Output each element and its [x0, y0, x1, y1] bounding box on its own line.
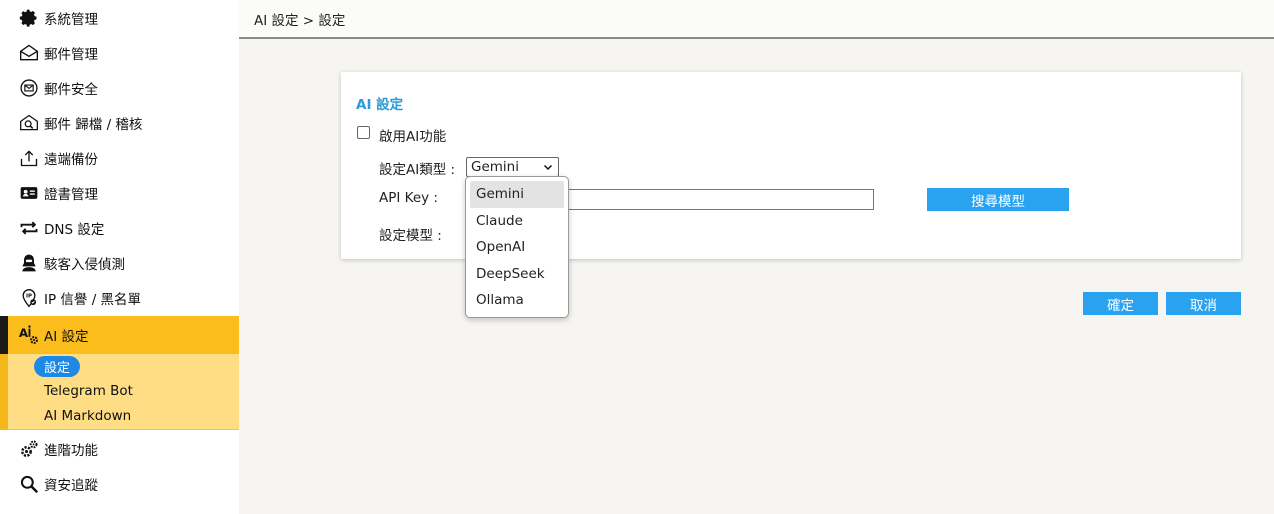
- model-label: 設定模型 :: [379, 228, 442, 244]
- sidebar-item-ai-settings[interactable]: A AI 設定: [8, 316, 239, 354]
- sidebar-item-label: 郵件 歸檔 / 稽核: [44, 116, 143, 133]
- active-sub-indicator: [0, 354, 8, 430]
- breadcrumb: AI 設定 > 設定: [239, 0, 1274, 39]
- sidebar-subitem-settings[interactable]: 設定: [34, 356, 81, 377]
- ai-gear-icon: A: [18, 324, 40, 346]
- search-models-button[interactable]: 搜尋模型: [927, 188, 1069, 211]
- dropdown-option-deepseek[interactable]: DeepSeek: [470, 261, 564, 288]
- sidebar-item-label: IP 信譽 / 黑名單: [44, 291, 142, 308]
- active-indicator: [0, 316, 8, 354]
- dropdown-option-gemini[interactable]: Gemini: [470, 181, 564, 208]
- sidebar-item-label: 系統管理: [44, 11, 98, 28]
- sidebar-item-label: 進階功能: [44, 442, 98, 459]
- sidebar-item-system[interactable]: 系統管理: [0, 0, 239, 35]
- sidebar-item-security-tracking[interactable]: 資安追蹤: [0, 466, 239, 501]
- sidebar-item-mail-archive[interactable]: 郵件 歸檔 / 稽核: [0, 105, 239, 140]
- enable-ai-label[interactable]: 啟用AI功能: [379, 125, 446, 145]
- api-key-label: API Key :: [379, 190, 438, 206]
- ai-type-label: 設定AI類型 :: [379, 162, 456, 178]
- sidebar-item-dns[interactable]: DNS 設定: [0, 210, 239, 245]
- dropdown-option-claude[interactable]: Claude: [470, 208, 564, 235]
- svg-text:A: A: [19, 326, 29, 340]
- ok-button[interactable]: 確定: [1083, 292, 1158, 315]
- gear-icon: [18, 7, 40, 29]
- ip-pin-icon: IP: [18, 287, 40, 309]
- sidebar-item-label: DNS 設定: [44, 221, 105, 238]
- sidebar-item-label: 郵件管理: [44, 46, 98, 63]
- swap-arrows-icon: [18, 217, 40, 239]
- mail-shield-icon: [18, 77, 40, 99]
- ai-type-dropdown-list: Gemini Claude OpenAI DeepSeek Ollama: [465, 176, 569, 318]
- envelope-icon: [18, 42, 40, 64]
- sidebar-item-label: 遠端備份: [44, 151, 98, 168]
- gears-icon: [18, 438, 40, 460]
- magnifier-icon: [18, 473, 40, 495]
- mail-search-icon: [18, 112, 40, 134]
- api-key-input[interactable]: [559, 189, 874, 210]
- sidebar-item-intrusion-detection[interactable]: 駭客入侵偵測: [0, 245, 239, 280]
- sidebar-item-mail-management[interactable]: 郵件管理: [0, 35, 239, 70]
- ai-type-select[interactable]: Gemini: [466, 157, 559, 177]
- sidebar-item-ip-reputation[interactable]: IP IP 信譽 / 黑名單: [0, 280, 239, 315]
- sidebar-subitem-telegram-bot[interactable]: Telegram Bot: [44, 383, 133, 399]
- sidebar-item-label: 資安追蹤: [44, 477, 98, 494]
- sidebar-item-remote-backup[interactable]: 遠端備份: [0, 140, 239, 175]
- sidebar-item-label: 郵件安全: [44, 81, 98, 98]
- sidebar-item-label: AI 設定: [44, 329, 89, 345]
- sidebar-item-mail-security[interactable]: 郵件安全: [0, 70, 239, 105]
- breadcrumb-text: AI 設定 > 設定: [254, 12, 346, 29]
- sidebar-item-advanced[interactable]: 進階功能: [0, 431, 239, 466]
- id-card-icon: [18, 182, 40, 204]
- sidebar-item-certificate[interactable]: 證書管理: [0, 175, 239, 210]
- ai-type-selected-value: Gemini: [471, 159, 519, 175]
- chevron-down-icon: [543, 164, 553, 171]
- svg-text:IP: IP: [26, 293, 32, 299]
- sidebar-item-label: 駭客入侵偵測: [44, 256, 125, 273]
- sidebar-item-label: 證書管理: [44, 186, 98, 203]
- upload-icon: [18, 147, 40, 169]
- hacker-icon: [18, 252, 40, 274]
- card-title: AI 設定: [356, 97, 404, 113]
- cancel-button[interactable]: 取消: [1166, 292, 1241, 315]
- enable-ai-checkbox[interactable]: [357, 126, 370, 139]
- dropdown-option-ollama[interactable]: Ollama: [470, 287, 564, 314]
- sidebar-subitem-ai-markdown[interactable]: AI Markdown: [44, 408, 131, 424]
- sidebar: 系統管理 郵件管理 郵件安全 郵件 歸檔 / 稽核 遠端備份 證書管理 DNS …: [0, 0, 239, 514]
- dropdown-option-openai[interactable]: OpenAI: [470, 234, 564, 261]
